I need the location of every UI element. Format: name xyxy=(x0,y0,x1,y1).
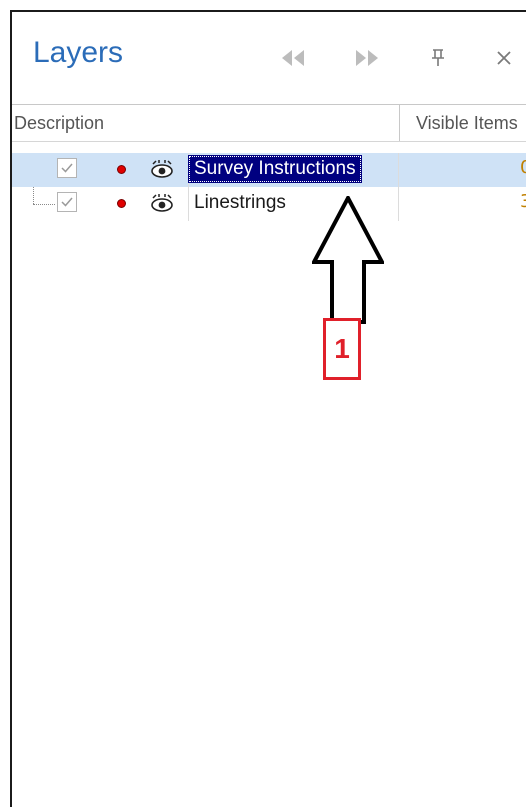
column-header: Description Visible Items xyxy=(12,105,526,142)
pin-icon[interactable] xyxy=(425,46,451,70)
column-description[interactable]: Description xyxy=(14,113,104,134)
forward-icon[interactable] xyxy=(354,46,380,70)
annotation-number: 1 xyxy=(334,333,350,364)
annotation-callout: 1 xyxy=(323,318,361,380)
layer-name[interactable]: Linestrings xyxy=(188,189,292,217)
status-dot-icon xyxy=(117,199,126,208)
layer-checkbox[interactable] xyxy=(57,192,77,212)
layers-panel: Layers Description Visible Items Survey … xyxy=(10,10,526,807)
cell-divider xyxy=(398,153,399,187)
eye-icon[interactable] xyxy=(150,159,174,179)
column-divider[interactable] xyxy=(399,105,400,141)
cell-divider xyxy=(398,187,399,221)
layer-name[interactable]: Survey Instructions xyxy=(188,155,362,183)
layer-row[interactable]: Survey Instructions 0 xyxy=(12,153,526,187)
visible-count: 0 xyxy=(520,157,526,178)
visible-count: 3 xyxy=(520,191,526,212)
layer-checkbox[interactable] xyxy=(57,158,77,178)
rewind-icon[interactable] xyxy=(280,46,306,70)
status-dot-icon xyxy=(117,165,126,174)
panel-titlebar: Layers xyxy=(12,12,526,104)
column-visible-items[interactable]: Visible Items xyxy=(416,113,518,134)
annotation-arrow-icon xyxy=(312,196,384,324)
eye-icon[interactable] xyxy=(150,193,174,213)
layer-row[interactable]: Linestrings 3 xyxy=(12,187,526,221)
panel-title: Layers xyxy=(33,36,124,69)
close-icon[interactable] xyxy=(491,46,517,70)
